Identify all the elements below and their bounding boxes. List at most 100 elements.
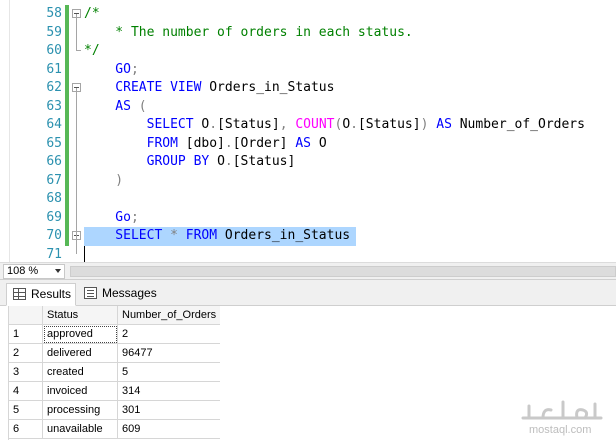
row-number-cell[interactable]: 5 (9, 401, 43, 420)
row-number-cell[interactable]: 4 (9, 382, 43, 401)
line-number: 65 (46, 135, 62, 151)
column-header-number-of-orders[interactable]: Number_of_Orders (118, 306, 220, 325)
horizontal-scrollbar[interactable] (70, 266, 616, 277)
change-indicator (65, 79, 69, 98)
line-number: 64 (46, 117, 62, 132)
code-token: [Status] (357, 117, 421, 132)
line-number: 70 (46, 228, 62, 243)
cell-number-of-orders[interactable]: 314 (118, 382, 220, 401)
cell-status[interactable]: approved (43, 325, 118, 344)
code-line[interactable]: 58 /* (0, 5, 616, 24)
cell-status[interactable]: delivered (43, 344, 118, 363)
code-token: . (350, 117, 358, 132)
line-number: 67 (46, 172, 62, 188)
fold-guide-end (76, 50, 81, 51)
results-pane: Results Messages Status Number_of_Orders… (0, 280, 616, 440)
code-text: CREATE VIEW Orders_in_Status (84, 79, 334, 98)
table-row[interactable]: 1 approved 2 (9, 325, 220, 344)
code-token: * The number of orders in each status. (84, 24, 413, 40)
code-line[interactable]: 65 FROM [dbo].[Order] AS O (0, 134, 616, 154)
code-line[interactable]: 66 GROUP BY O.[Status] (0, 153, 616, 172)
cell-number-of-orders[interactable]: 2 (118, 325, 220, 344)
code-token: COUNT (295, 117, 335, 132)
grid-corner-cell[interactable] (9, 306, 43, 325)
code-token: , (279, 117, 296, 132)
cell-status[interactable]: processing (43, 401, 118, 420)
cell-number-of-orders[interactable]: 96477 (118, 344, 220, 363)
code-text: */ (84, 42, 100, 61)
code-token: [Status] (217, 117, 280, 132)
code-line[interactable]: 61 GO; (0, 60, 616, 79)
code-line[interactable]: 71 (0, 245, 616, 262)
code-token: GROUP BY (84, 154, 218, 169)
line-number: 61 (46, 61, 62, 77)
cell-status[interactable]: invoiced (43, 382, 118, 401)
zoom-dropdown[interactable]: 108 % (3, 264, 65, 279)
sql-editor[interactable]: 58 /* 59 * The number of orders in each st… (0, 0, 616, 262)
change-indicator (65, 23, 69, 42)
code-text: * The number of orders in each status. (84, 24, 413, 43)
cell-status[interactable]: unavailable (43, 420, 118, 439)
code-line[interactable]: 62 CREATE VIEW Orders_in_Status (0, 79, 616, 98)
code-text: ) (84, 172, 123, 191)
column-header-status[interactable]: Status (43, 306, 118, 325)
cell-number-of-orders[interactable]: 609 (118, 420, 220, 439)
code-token: FROM (84, 135, 186, 151)
row-number-cell[interactable]: 1 (9, 325, 43, 344)
row-number-cell[interactable]: 2 (9, 344, 43, 363)
change-indicator (65, 42, 69, 61)
watermark-logo: mostaql.com (515, 398, 610, 438)
line-number: 59 (46, 24, 62, 40)
code-token: /* (84, 6, 100, 21)
code-token: O (318, 135, 327, 151)
code-token: Orders_in_Status (224, 228, 351, 243)
code-line[interactable]: 69 Go; (0, 208, 616, 227)
cell-number-of-orders[interactable]: 301 (118, 401, 220, 420)
code-token: ; (130, 61, 139, 77)
line-number: 60 (46, 43, 62, 58)
line-number: 69 (46, 209, 62, 225)
code-text: FROM [dbo].[Order] AS O (84, 135, 327, 154)
tab-messages-label: Messages (102, 286, 157, 300)
change-indicator (65, 60, 69, 79)
tab-results[interactable]: Results (6, 283, 76, 306)
code-token: AS (436, 117, 460, 132)
code-line[interactable]: 63 AS ( (0, 97, 616, 117)
fold-guide-create-view (76, 88, 77, 254)
code-line[interactable]: 64 SELECT O.[Status], COUNT(O.[Status]) … (0, 116, 616, 135)
code-line[interactable]: 60 */ (0, 42, 616, 61)
code-token: O (342, 117, 351, 132)
code-token: [Status] (232, 154, 296, 169)
cell-status[interactable]: created (43, 363, 118, 382)
table-row[interactable]: 4 invoiced 314 (9, 382, 220, 401)
row-number-cell[interactable]: 6 (9, 420, 43, 439)
code-text: AS ( (84, 98, 147, 117)
line-number: 71 (46, 246, 62, 262)
code-token: SELECT (84, 228, 171, 243)
code-line[interactable]: 67 ) (0, 171, 616, 191)
cell-number-of-orders[interactable]: 5 (118, 363, 220, 382)
code-token: [Order] (232, 135, 296, 151)
table-row[interactable]: 6 unavailable 609 (9, 420, 220, 439)
code-line[interactable]: 70 SELECT * FROM Orders_in_Status (0, 227, 616, 246)
tab-messages[interactable]: Messages (78, 283, 158, 306)
code-token: */ (84, 43, 100, 58)
code-token: Orders_in_Status (209, 80, 335, 95)
results-grid[interactable]: Status Number_of_Orders 1 approved 2 2 deliv… (8, 306, 220, 440)
table-row[interactable]: 2 delivered 96477 (9, 344, 220, 363)
code-token: CREATE VIEW (84, 80, 210, 95)
code-token: AS (295, 135, 319, 151)
table-row[interactable]: 3 created 5 (9, 363, 220, 382)
code-token: AS (84, 98, 139, 114)
code-token: ( (138, 98, 147, 114)
code-line[interactable]: 68 (0, 190, 616, 209)
row-number-cell[interactable]: 3 (9, 363, 43, 382)
table-row[interactable]: 5 processing 301 (9, 401, 220, 420)
code-token: ) (420, 117, 437, 132)
messages-icon (84, 287, 97, 299)
watermark-text: mostaql.com (529, 424, 592, 436)
line-number: 63 (46, 98, 62, 114)
code-line[interactable]: 59 * The number of orders in each status… (0, 23, 616, 43)
fold-guide-comment (76, 14, 77, 50)
change-indicator (65, 116, 69, 135)
